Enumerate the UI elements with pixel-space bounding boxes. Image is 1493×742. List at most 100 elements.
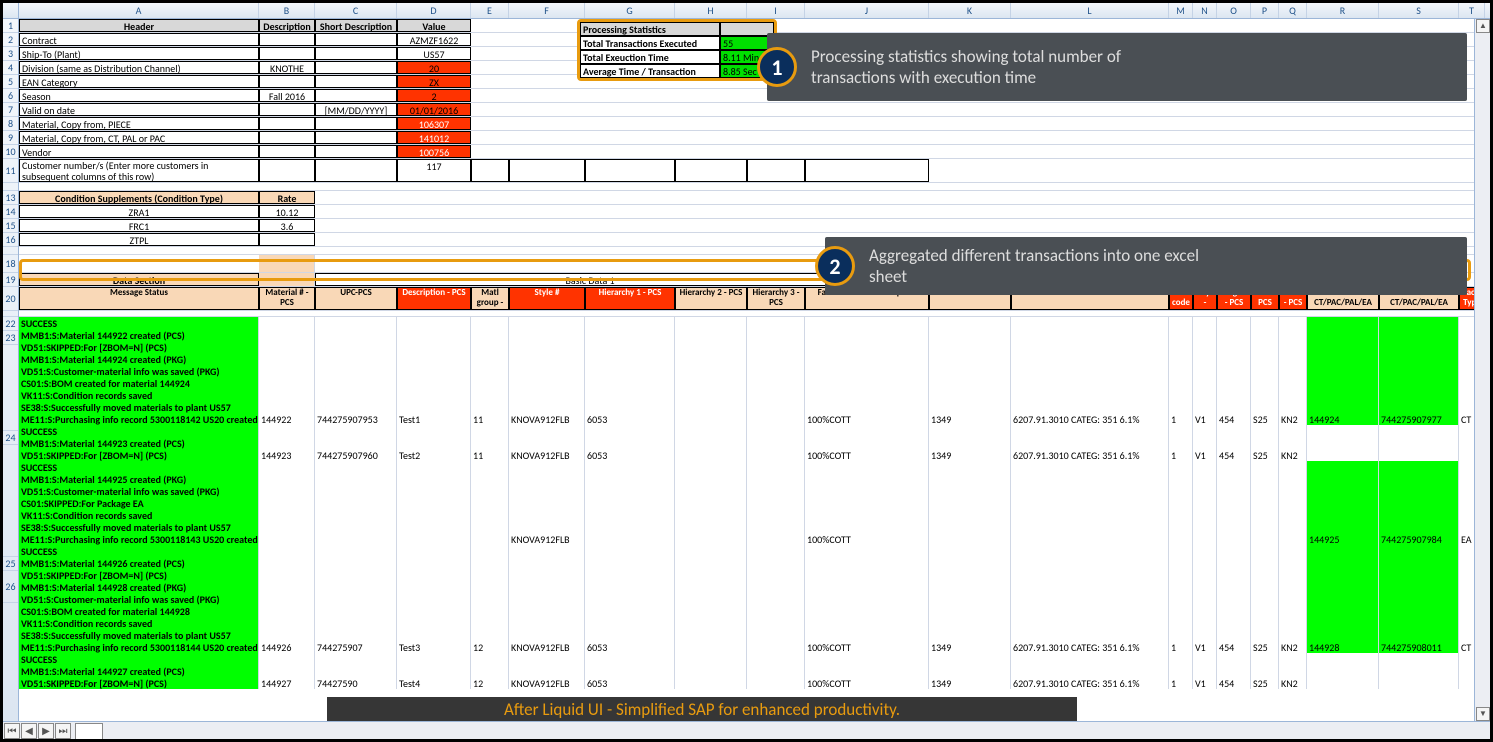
cell[interactable]: [1279, 665, 1307, 677]
cell[interactable]: [471, 629, 509, 641]
cell[interactable]: [259, 653, 315, 665]
cell[interactable]: 744275907953: [315, 413, 397, 425]
cell[interactable]: 454: [1217, 677, 1251, 689]
cell[interactable]: V1: [1193, 641, 1217, 653]
col-header[interactable]: A: [19, 3, 259, 18]
row-header[interactable]: 14: [3, 205, 18, 219]
cell[interactable]: [397, 593, 471, 605]
cell[interactable]: [1217, 665, 1251, 677]
cell[interactable]: 454: [1217, 413, 1251, 425]
row-header[interactable]: [3, 247, 18, 255]
cell[interactable]: [1379, 509, 1459, 521]
cell[interactable]: [1379, 497, 1459, 509]
cell[interactable]: [1217, 461, 1251, 473]
cell[interactable]: CS01:SKIPPED:For Package EA: [19, 497, 259, 509]
row-header[interactable]: 3: [3, 47, 18, 61]
cell[interactable]: [747, 641, 805, 653]
cell[interactable]: VD51:S:Customer-material info was saved …: [19, 593, 259, 605]
cell[interactable]: [315, 605, 397, 617]
cell[interactable]: [1193, 497, 1217, 509]
cell[interactable]: [1251, 317, 1279, 329]
cell[interactable]: [471, 461, 509, 473]
cell[interactable]: [805, 497, 929, 509]
cell[interactable]: [1279, 485, 1307, 497]
cell[interactable]: 744275907984: [1379, 533, 1459, 545]
cell[interactable]: [259, 533, 315, 545]
cell[interactable]: [1307, 401, 1379, 413]
cell[interactable]: [315, 33, 397, 46]
cell[interactable]: CS01:S:BOM created for material 144924: [19, 377, 259, 389]
cell[interactable]: [1169, 557, 1193, 569]
cell[interactable]: SE38:S:Successfully moved materials to p…: [19, 401, 259, 413]
cell[interactable]: [315, 47, 397, 60]
cell[interactable]: [1379, 545, 1459, 557]
cell[interactable]: [1307, 509, 1379, 521]
cell[interactable]: [509, 617, 585, 629]
cell[interactable]: [1279, 353, 1307, 365]
cell[interactable]: 141012: [397, 131, 471, 144]
cell[interactable]: 6053: [585, 449, 675, 461]
cell[interactable]: [1193, 317, 1217, 329]
row-header[interactable]: 11: [3, 159, 18, 183]
cell[interactable]: [509, 545, 585, 557]
cell[interactable]: [1251, 377, 1279, 389]
cell[interactable]: [1279, 341, 1307, 353]
cell[interactable]: [397, 353, 471, 365]
cell[interactable]: V1: [1193, 449, 1217, 461]
cell[interactable]: [1307, 317, 1379, 329]
cell[interactable]: [1011, 341, 1169, 353]
cell[interactable]: [585, 593, 675, 605]
cell[interactable]: [315, 131, 397, 144]
cell[interactable]: ME11:S:Purchasing info record 5300118144…: [19, 641, 259, 653]
cell[interactable]: [1279, 401, 1307, 413]
cell[interactable]: [509, 509, 585, 521]
cell[interactable]: [585, 461, 675, 473]
cell[interactable]: Hierarchy 2 - PCS: [675, 287, 747, 310]
cell[interactable]: [747, 557, 805, 569]
tab-nav-first[interactable]: ⏮: [4, 723, 20, 739]
cell[interactable]: [1251, 473, 1279, 485]
cell[interactable]: [315, 377, 397, 389]
cell[interactable]: [747, 425, 805, 437]
cell[interactable]: [471, 377, 509, 389]
cell[interactable]: Division (same as Distribution Channel): [19, 61, 259, 74]
cell[interactable]: Valid on date: [19, 103, 259, 116]
cell[interactable]: [1379, 341, 1459, 353]
cell[interactable]: [1251, 353, 1279, 365]
cell[interactable]: [1011, 545, 1169, 557]
cell[interactable]: [585, 353, 675, 365]
cell[interactable]: [1307, 449, 1379, 461]
cell[interactable]: Header: [19, 19, 259, 32]
cell[interactable]: [1379, 605, 1459, 617]
cell[interactable]: [397, 389, 471, 401]
cell[interactable]: [1379, 677, 1459, 689]
cell[interactable]: ZX: [397, 75, 471, 88]
cell[interactable]: [1251, 485, 1279, 497]
cell[interactable]: [259, 617, 315, 629]
cell[interactable]: 12: [471, 641, 509, 653]
cell[interactable]: [1193, 569, 1217, 581]
row-header[interactable]: 6: [3, 89, 18, 103]
cell[interactable]: [259, 497, 315, 509]
tab-nav-prev[interactable]: ◀: [21, 723, 37, 739]
cell[interactable]: [397, 581, 471, 593]
cell[interactable]: [1217, 617, 1251, 629]
cell[interactable]: VD51:S:Customer-material info was saved …: [19, 485, 259, 497]
col-header[interactable]: C: [315, 3, 397, 18]
cell[interactable]: [675, 473, 747, 485]
col-header[interactable]: N: [1193, 3, 1217, 18]
column-header-strip[interactable]: A B C D E F G H I J K L M N O P Q R S T: [3, 3, 1490, 19]
cell[interactable]: [1169, 521, 1193, 533]
cell[interactable]: [1011, 401, 1169, 413]
row-header[interactable]: 7: [3, 103, 18, 117]
cell[interactable]: [1217, 473, 1251, 485]
cell[interactable]: 144924: [1307, 413, 1379, 425]
cell[interactable]: [585, 569, 675, 581]
cell[interactable]: [747, 159, 805, 182]
cell[interactable]: [585, 605, 675, 617]
cell[interactable]: [397, 401, 471, 413]
cell[interactable]: [1379, 629, 1459, 641]
cell[interactable]: [585, 629, 675, 641]
cell[interactable]: [675, 449, 747, 461]
cell[interactable]: [1279, 617, 1307, 629]
